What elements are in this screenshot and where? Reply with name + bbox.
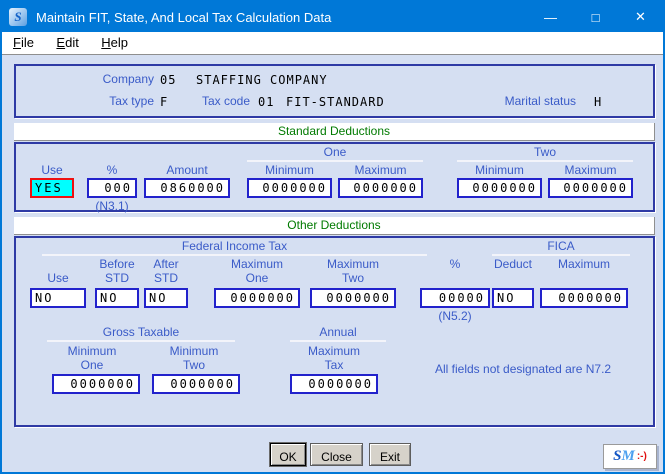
gross-taxable-underline (47, 340, 235, 342)
od-two-label: Two (310, 272, 396, 285)
std-amount-label: Amount (144, 164, 230, 177)
two-maximum-field[interactable] (548, 178, 633, 198)
window-title: Maintain FIT, State, And Local Tax Calcu… (36, 10, 528, 25)
od-before-std-field[interactable] (95, 288, 139, 308)
federal-income-tax-underline (42, 254, 427, 256)
minimize-button[interactable]: — (528, 2, 573, 32)
annual-maximum-tax-field[interactable] (290, 374, 378, 394)
gt-two-label: Two (150, 359, 238, 372)
od-maximum-one-field[interactable] (214, 288, 300, 308)
standard-deductions-header: Standard Deductions (14, 123, 655, 141)
fica-underline (492, 254, 630, 256)
close-button[interactable]: ✕ (618, 2, 663, 32)
group-two-underline (457, 160, 633, 162)
two-minimum-label: Minimum (457, 164, 542, 177)
od-before-std-label: STD (95, 272, 139, 285)
exit-button[interactable]: Exit (369, 443, 411, 466)
tax-code-name: FIT-STANDARD (286, 95, 385, 109)
std-amount-field[interactable] (144, 178, 230, 198)
tax-code-label: Tax code (194, 95, 250, 108)
gt-one-label: One (48, 359, 136, 372)
od-maximum-two-label: Maximum (310, 258, 396, 271)
two-minimum-field[interactable] (457, 178, 542, 198)
std-percent-label: % (87, 164, 137, 177)
company-value: 05 (160, 73, 176, 87)
std-percent-field[interactable] (87, 178, 137, 198)
sm-logo-s: S (613, 448, 621, 465)
tax-code-value: 01 (258, 95, 274, 109)
group-one-label: One (247, 146, 423, 159)
one-maximum-label: Maximum (338, 164, 423, 177)
gt-minimum-two-field[interactable] (152, 374, 240, 394)
fica-maximum-label: Maximum (540, 258, 628, 271)
title-bar[interactable]: S Maintain FIT, State, And Local Tax Cal… (2, 2, 663, 32)
od-before-label: Before (95, 258, 139, 271)
sm-logo-smiley: :-) (637, 451, 647, 462)
od-use-label: Use (30, 272, 86, 285)
tax-type-label: Tax type (62, 95, 154, 108)
od-percent-format-note: (N5.2) (420, 310, 490, 323)
od-percent-label: % (420, 258, 490, 271)
close-button-action[interactable]: Close (310, 443, 363, 466)
annual-tax-label: Tax (290, 359, 378, 372)
tax-type-value: F (160, 95, 168, 109)
group-two-label: Two (457, 146, 633, 159)
other-deductions-header: Other Deductions (14, 217, 655, 235)
gt-minimum-two-label: Minimum (150, 345, 238, 358)
menu-edit[interactable]: Edit (47, 32, 87, 50)
sm-logo-m: M (622, 448, 635, 465)
annual-underline (290, 340, 386, 342)
od-after-label: After (144, 258, 188, 271)
app-window: S Maintain FIT, State, And Local Tax Cal… (0, 0, 665, 474)
gross-taxable-label: Gross Taxable (47, 326, 235, 339)
one-minimum-label: Minimum (247, 164, 332, 177)
gt-minimum-one-field[interactable] (52, 374, 140, 394)
two-maximum-label: Maximum (548, 164, 633, 177)
maximize-button[interactable]: □ (573, 2, 618, 32)
menu-bar: File Edit Help (2, 32, 663, 55)
std-percent-format-note: (N3.1) (87, 200, 137, 213)
od-after-std-label: STD (144, 272, 188, 285)
fica-deduct-field[interactable] (492, 288, 534, 308)
menu-help[interactable]: Help (92, 32, 137, 50)
od-after-std-field[interactable] (144, 288, 188, 308)
od-maximum-one-label: Maximum (214, 258, 300, 271)
group-one-underline (247, 160, 423, 162)
marital-status-label: Marital status (464, 95, 576, 108)
fields-format-note: All fields not designated are N7.2 (435, 362, 645, 376)
std-use-field[interactable] (30, 178, 74, 198)
marital-status-value: H (594, 95, 602, 109)
one-minimum-field[interactable] (247, 178, 332, 198)
one-maximum-field[interactable] (338, 178, 423, 198)
sm-logo-button[interactable]: SM :-) (603, 444, 657, 469)
gt-minimum-one-label: Minimum (48, 345, 136, 358)
fica-maximum-field[interactable] (540, 288, 628, 308)
federal-income-tax-label: Federal Income Tax (42, 240, 427, 253)
ok-button[interactable]: OK (270, 443, 306, 466)
std-use-label: Use (30, 164, 74, 177)
od-one-label: One (214, 272, 300, 285)
annual-label: Annual (290, 326, 386, 339)
fica-deduct-label: Deduct (482, 258, 544, 271)
company-label: Company (62, 73, 154, 86)
annual-maximum-label: Maximum (290, 345, 378, 358)
fica-label: FICA (492, 240, 630, 253)
company-name: STAFFING COMPANY (196, 73, 328, 87)
app-icon: S (9, 8, 27, 26)
od-use-field[interactable] (30, 288, 86, 308)
od-maximum-two-field[interactable] (310, 288, 396, 308)
od-percent-field[interactable] (420, 288, 490, 308)
menu-file[interactable]: File (4, 32, 43, 50)
